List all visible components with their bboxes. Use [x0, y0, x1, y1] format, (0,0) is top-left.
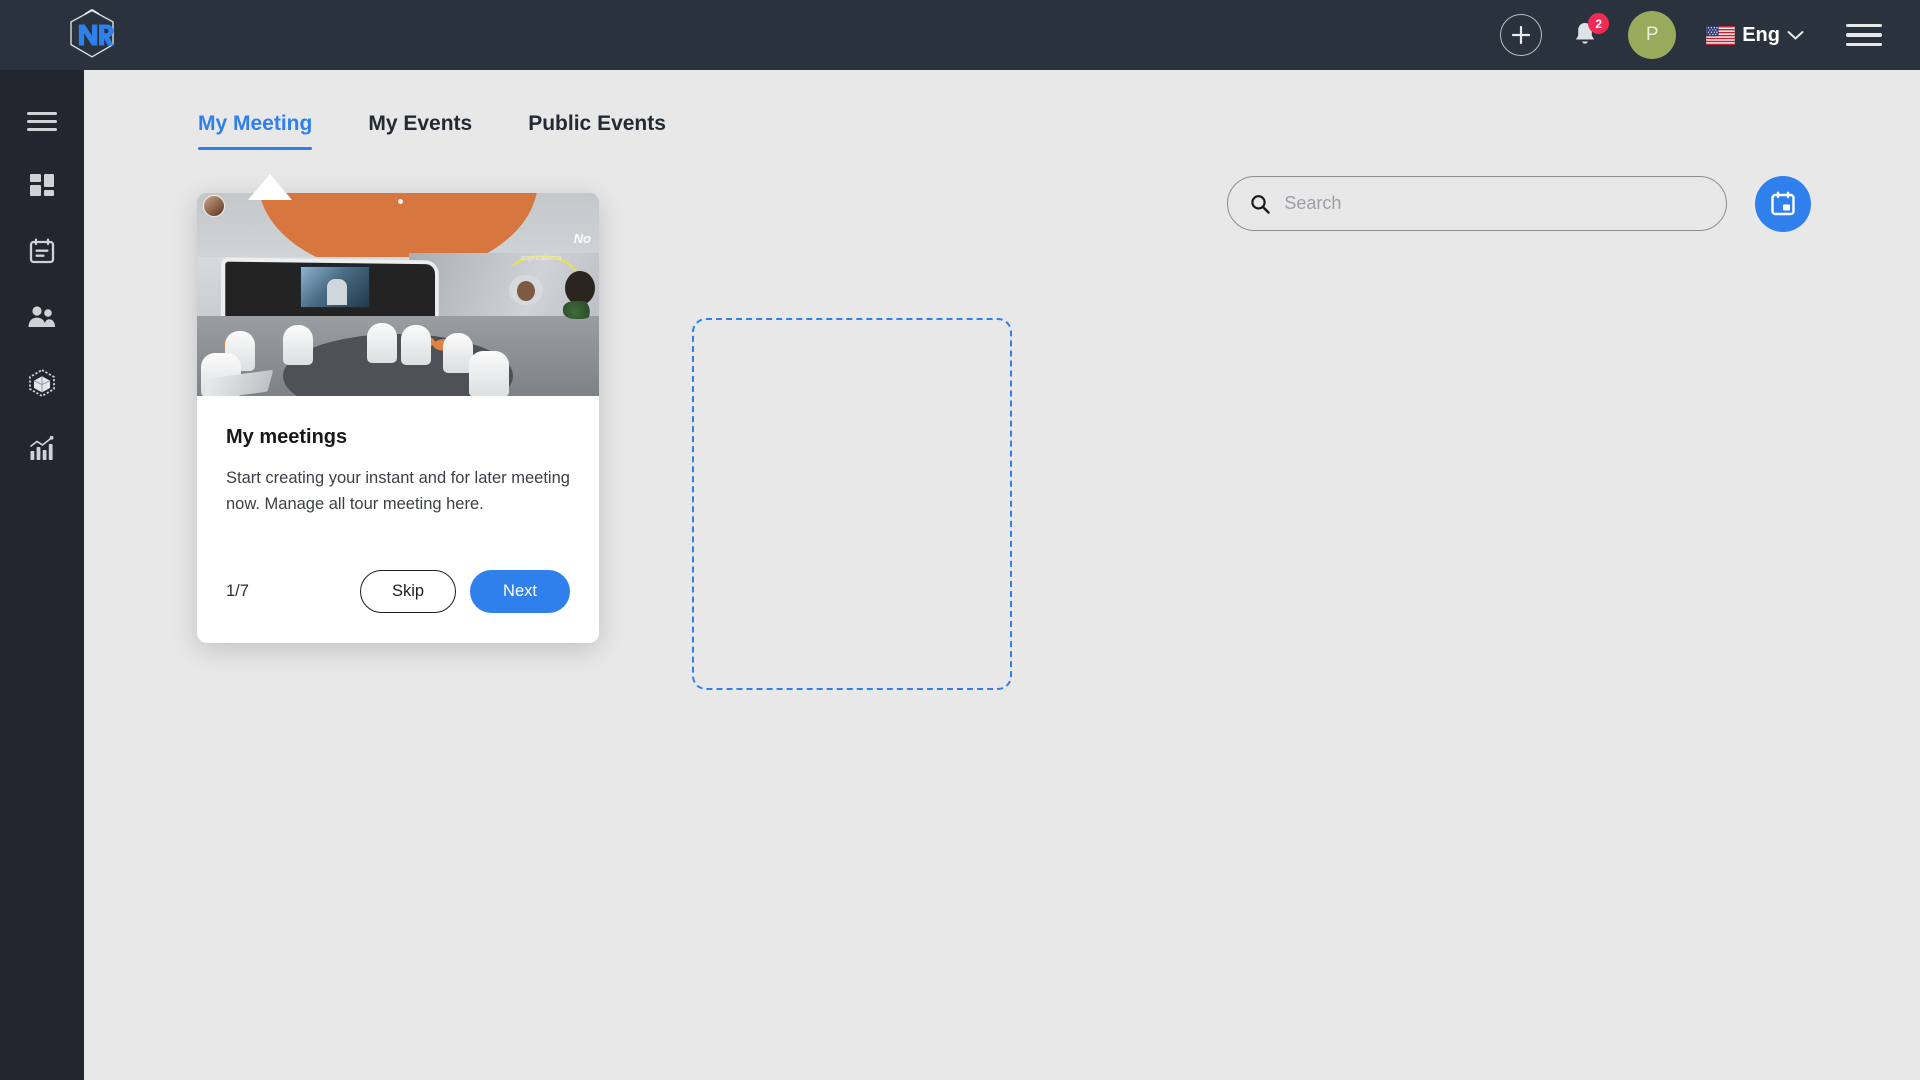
vr-chair	[469, 351, 509, 396]
search-input[interactable]	[1284, 193, 1704, 214]
vr-avatar-head	[565, 271, 595, 305]
left-sidebar	[0, 70, 84, 1080]
vr-avatar-head	[509, 275, 543, 305]
vr-nameplate: No	[573, 231, 591, 246]
user-avatar[interactable]: P	[1628, 11, 1677, 59]
language-label: Eng	[1742, 23, 1780, 46]
sidebar-item-spaces[interactable]	[0, 350, 84, 416]
search-icon	[1251, 194, 1270, 214]
tab-my-meeting[interactable]: My Meeting	[198, 112, 313, 150]
tab-my-events[interactable]: My Events	[368, 112, 472, 150]
tour-title: My meetings	[226, 426, 348, 448]
vr-ceiling-light-dot	[398, 199, 403, 204]
vr-nameplate-secondary: angelcabrera	[520, 255, 561, 262]
chevron-down-icon	[1787, 30, 1804, 40]
menu-line	[27, 119, 57, 123]
search-bar[interactable]	[1227, 176, 1727, 231]
tab-public-events[interactable]: Public Events	[528, 112, 666, 150]
sidebar-item-calendar[interactable]	[0, 218, 84, 284]
top-header: 2 P Eng	[0, 0, 1920, 70]
menu-line	[1846, 23, 1882, 28]
sidebar-item-contacts[interactable]	[0, 284, 84, 350]
vr-participant-thumbnail	[203, 195, 225, 217]
vr-chair	[401, 325, 431, 365]
tour-body: My meetings Start creating your instant …	[197, 396, 599, 570]
calendar-view-button[interactable]	[1755, 176, 1811, 232]
app-logo[interactable]	[50, 0, 134, 70]
calendar-icon	[29, 238, 55, 264]
tour-skip-button[interactable]: Skip	[360, 570, 456, 613]
calendar-icon	[1771, 191, 1795, 216]
header-menu-button[interactable]	[1846, 23, 1882, 47]
onboarding-tour-card: No angelcabrera My meetings Start creati…	[197, 193, 599, 643]
vr-chair	[283, 325, 313, 365]
vr-plant	[563, 301, 593, 319]
plus-icon	[1512, 25, 1531, 45]
notifications-button[interactable]: 2	[1568, 13, 1610, 55]
menu-line	[27, 127, 57, 131]
add-meeting-dropzone[interactable]	[692, 318, 1012, 690]
create-button[interactable]	[1500, 14, 1543, 56]
us-flag-icon	[1706, 25, 1735, 45]
vr-chair	[367, 323, 397, 363]
notification-badge: 2	[1588, 13, 1610, 34]
vr-video-participant	[300, 266, 370, 308]
nr-logo-icon	[70, 9, 114, 58]
sidebar-item-dashboard[interactable]	[0, 152, 84, 218]
tour-step-counter: 1/7	[226, 582, 249, 600]
dashboard-grid-icon	[30, 174, 54, 196]
content-tabs: My Meeting My Events Public Events	[198, 112, 722, 150]
tour-footer: 1/7 Skip Next	[197, 570, 599, 643]
menu-line	[27, 111, 57, 115]
sidebar-item-analytics[interactable]	[0, 416, 84, 482]
tour-preview-image: No angelcabrera	[197, 193, 599, 396]
hamburger-menu-icon	[27, 111, 57, 131]
people-icon	[28, 306, 55, 327]
tour-pointer-arrow	[248, 174, 292, 200]
analytics-chart-icon	[30, 435, 54, 460]
menu-line	[1846, 42, 1882, 47]
language-selector[interactable]: Eng	[1706, 24, 1804, 47]
sidebar-item-menu-toggle[interactable]	[0, 90, 84, 152]
app-root: 2 P Eng My Meeting My Events Public Even…	[0, 0, 1920, 1080]
cube-3d-icon	[29, 368, 55, 398]
tour-next-button[interactable]: Next	[470, 570, 570, 613]
tour-description: Start creating your instant and for late…	[226, 469, 570, 513]
menu-line	[1846, 33, 1882, 37]
header-actions: 2 P Eng	[1500, 0, 1920, 70]
